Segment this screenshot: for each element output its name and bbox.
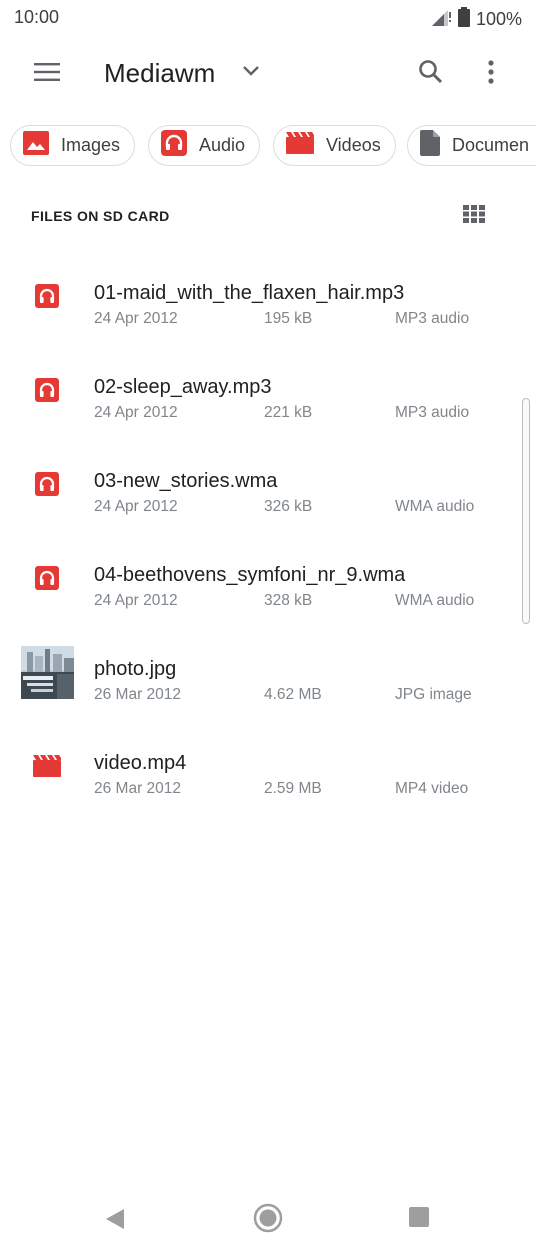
- file-list: 01-maid_with_the_flaxen_hair.mp3 24 Apr …: [0, 254, 536, 818]
- battery-icon: [457, 7, 470, 32]
- chip-label: Images: [61, 135, 121, 155]
- file-name: 03-new_stories.wma: [94, 470, 278, 492]
- list-item[interactable]: video.mp4 26 Mar 2012 2.59 MB MP4 video: [0, 724, 536, 818]
- signal-icon: [431, 8, 452, 31]
- list-item[interactable]: photo.jpg 26 Mar 2012 4.62 MB JPG image: [0, 630, 536, 724]
- file-type: JPG image: [395, 686, 472, 703]
- file-size: 195 kB: [264, 310, 313, 327]
- file-name: 01-maid_with_the_flaxen_hair.mp3: [94, 282, 405, 304]
- back-button[interactable]: [100, 1206, 130, 1236]
- chip-label: Audio: [199, 135, 246, 155]
- file-type: MP3 audio: [395, 404, 470, 421]
- audio-file-icon: [20, 363, 74, 417]
- file-date: 26 Mar 2012: [94, 780, 182, 797]
- chip-audio[interactable]: Audio: [148, 125, 261, 166]
- page-title: Mediawm: [104, 58, 216, 88]
- file-date: 24 Apr 2012: [94, 592, 178, 609]
- back-icon: [104, 1208, 126, 1235]
- list-item[interactable]: 04-beethovens_symfoni_nr_9.wma 24 Apr 20…: [0, 536, 536, 630]
- home-icon: [252, 1202, 284, 1239]
- file-type: MP3 audio: [395, 310, 470, 327]
- battery-percent: 100%: [475, 9, 522, 29]
- more-options-button[interactable]: [472, 54, 510, 94]
- file-size: 326 kB: [264, 498, 313, 515]
- chevron-down-icon: [242, 64, 260, 82]
- headphones-icon: [161, 130, 187, 161]
- search-button[interactable]: [410, 54, 452, 94]
- navigation-bar: [0, 1190, 536, 1252]
- audio-file-icon: [20, 269, 74, 323]
- file-type: MP4 video: [395, 780, 469, 797]
- category-chips: Images Audio Videos Documen: [10, 125, 536, 167]
- file-date: 24 Apr 2012: [94, 404, 178, 421]
- chip-videos[interactable]: Videos: [273, 125, 396, 166]
- search-icon: [418, 59, 444, 90]
- audio-file-icon: [20, 457, 74, 511]
- scrollbar[interactable]: [522, 398, 530, 624]
- status-time: 10:00: [14, 7, 60, 27]
- storage-dropdown-button[interactable]: [236, 58, 266, 88]
- list-item[interactable]: 03-new_stories.wma 24 Apr 2012 326 kB WM…: [0, 442, 536, 536]
- file-date: 24 Apr 2012: [94, 498, 178, 515]
- recents-button[interactable]: [404, 1204, 434, 1234]
- file-name: 02-sleep_away.mp3: [94, 376, 272, 398]
- grid-view-icon: [463, 204, 485, 228]
- photo-thumbnail: [20, 645, 74, 699]
- file-size: 328 kB: [264, 592, 313, 609]
- file-type: WMA audio: [395, 498, 475, 515]
- recents-icon: [408, 1206, 430, 1233]
- file-name: video.mp4: [94, 752, 187, 774]
- chip-documents[interactable]: Documen: [407, 125, 536, 166]
- audio-file-icon: [20, 551, 74, 605]
- more-vert-icon: [488, 59, 494, 89]
- video-icon: [286, 132, 314, 159]
- status-icons: 100%: [431, 7, 522, 32]
- file-name: photo.jpg: [94, 658, 177, 680]
- file-size: 4.62 MB: [264, 686, 322, 703]
- home-button[interactable]: [250, 1202, 286, 1238]
- file-name: 04-beethovens_symfoni_nr_9.wma: [94, 564, 406, 586]
- file-type: WMA audio: [395, 592, 475, 609]
- chip-images[interactable]: Images: [10, 125, 136, 166]
- list-item[interactable]: 02-sleep_away.mp3 24 Apr 2012 221 kB MP3…: [0, 348, 536, 442]
- document-icon: [420, 130, 440, 161]
- list-item[interactable]: 01-maid_with_the_flaxen_hair.mp3 24 Apr …: [0, 254, 536, 348]
- section-title: FILES ON SD CARD: [31, 208, 170, 224]
- chip-label: Videos: [326, 135, 381, 155]
- file-date: 24 Apr 2012: [94, 310, 178, 327]
- menu-button[interactable]: [24, 54, 70, 94]
- video-file-icon: [20, 739, 74, 793]
- image-icon: [23, 131, 49, 160]
- chip-label: Documen: [452, 135, 530, 155]
- app-bar: Mediawm: [0, 40, 536, 108]
- status-bar: 10:00 100%: [0, 0, 536, 36]
- file-size: 221 kB: [264, 404, 313, 421]
- file-date: 26 Mar 2012: [94, 686, 182, 703]
- file-size: 2.59 MB: [264, 780, 322, 797]
- menu-icon: [34, 62, 60, 86]
- grid-view-button[interactable]: [456, 200, 492, 232]
